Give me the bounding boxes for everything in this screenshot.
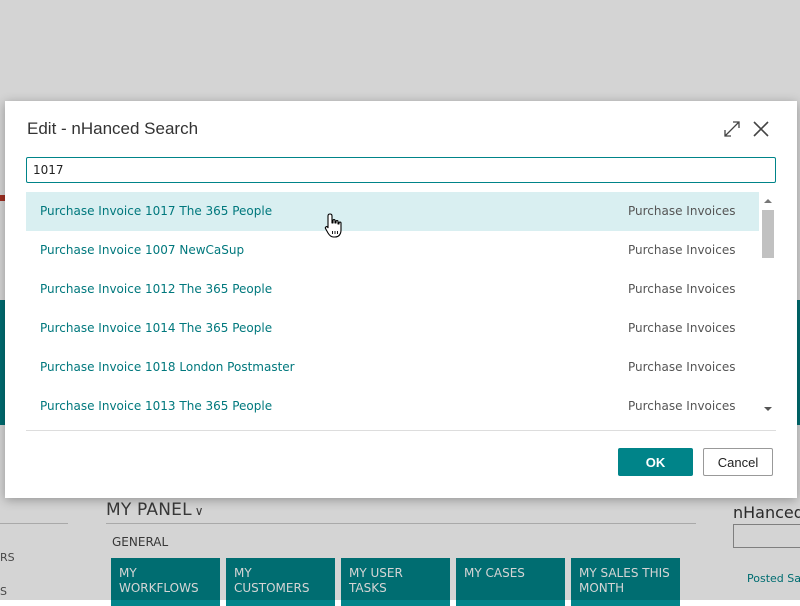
- results-list: Purchase Invoice 1017 The 365 People Pur…: [26, 192, 776, 420]
- result-title[interactable]: Purchase Invoice 1012 The 365 People: [40, 282, 272, 296]
- list-item[interactable]: Purchase Invoice 1013 The 365 People Pur…: [26, 387, 759, 420]
- cancel-button[interactable]: Cancel: [703, 448, 773, 476]
- result-category: Purchase Invoices: [628, 321, 736, 335]
- scroll-down-icon[interactable]: [763, 404, 773, 414]
- result-category: Purchase Invoices: [628, 204, 736, 218]
- close-icon[interactable]: [751, 119, 771, 139]
- list-item[interactable]: Purchase Invoice 1014 The 365 People Pur…: [26, 309, 759, 348]
- scroll-thumb[interactable]: [762, 210, 774, 258]
- dialog-divider: [26, 430, 776, 431]
- results-scrollbar[interactable]: [760, 192, 776, 420]
- search-input[interactable]: [26, 157, 776, 183]
- result-title[interactable]: Purchase Invoice 1017 The 365 People: [40, 204, 272, 218]
- expand-icon[interactable]: [722, 119, 742, 139]
- list-item[interactable]: Purchase Invoice 1012 The 365 People Pur…: [26, 270, 759, 309]
- result-title[interactable]: Purchase Invoice 1014 The 365 People: [40, 321, 272, 335]
- result-category: Purchase Invoices: [628, 399, 736, 413]
- result-title[interactable]: Purchase Invoice 1007 NewCaSup: [40, 243, 244, 257]
- dialog-title: Edit - nHanced Search: [27, 119, 199, 138]
- edit-search-dialog: Edit - nHanced Search Purchase Invoice 1…: [5, 101, 797, 498]
- scroll-up-icon[interactable]: [763, 196, 773, 206]
- hand-cursor-icon: [324, 213, 342, 238]
- list-item[interactable]: Purchase Invoice 1018 London Postmaster …: [26, 348, 759, 387]
- ok-button[interactable]: OK: [618, 448, 693, 476]
- list-item[interactable]: Purchase Invoice 1007 NewCaSup Purchase …: [26, 231, 759, 270]
- result-category: Purchase Invoices: [628, 360, 736, 374]
- result-title[interactable]: Purchase Invoice 1018 London Postmaster: [40, 360, 295, 374]
- result-title[interactable]: Purchase Invoice 1013 The 365 People: [40, 399, 272, 413]
- list-item[interactable]: Purchase Invoice 1017 The 365 People Pur…: [26, 192, 759, 231]
- result-category: Purchase Invoices: [628, 282, 736, 296]
- result-category: Purchase Invoices: [628, 243, 736, 257]
